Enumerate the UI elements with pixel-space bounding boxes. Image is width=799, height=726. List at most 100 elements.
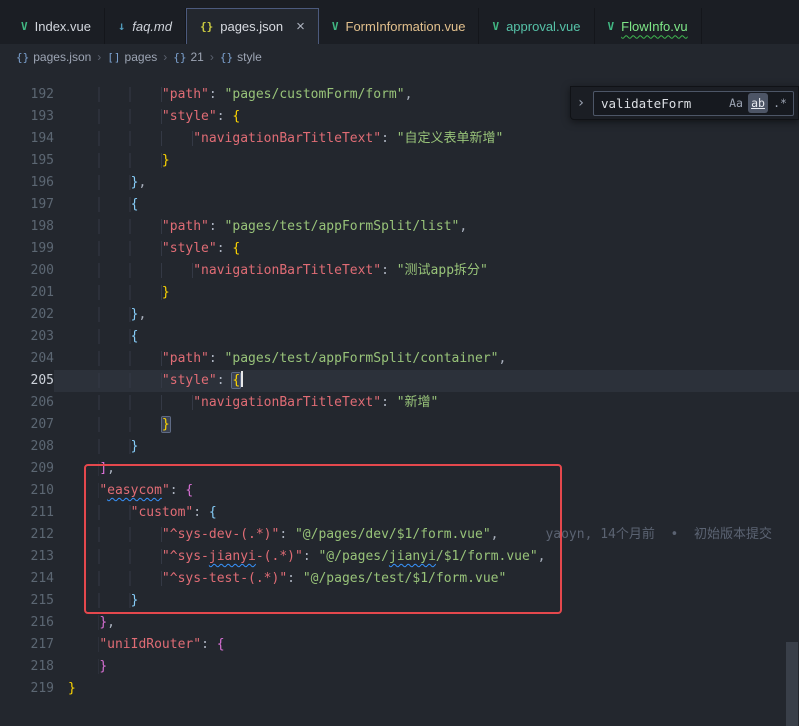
code-line-213[interactable]: 213 "^sys-jianyi-(.*)": "@/pages/jianyi/…	[0, 546, 799, 568]
code-content[interactable]: "^sys-jianyi-(.*)": "@/pages/jianyi/$1/f…	[54, 546, 799, 568]
line-number[interactable]: 203	[0, 326, 54, 348]
code-line-206[interactable]: 206 "navigationBarTitleText": "新增"	[0, 392, 799, 414]
breadcrumb-item-21[interactable]: {}21	[173, 50, 204, 64]
code-content[interactable]: "easycom": {	[54, 480, 799, 502]
code-content[interactable]: },	[54, 304, 799, 326]
whole-word-icon[interactable]: ab	[748, 93, 768, 113]
line-number[interactable]: 216	[0, 612, 54, 634]
line-number[interactable]: 214	[0, 568, 54, 590]
line-number[interactable]: 202	[0, 304, 54, 326]
line-number[interactable]: 206	[0, 392, 54, 414]
code-content[interactable]: "^sys-dev-(.*)": "@/pages/dev/$1/form.vu…	[54, 524, 799, 546]
match-case-icon[interactable]: Aa	[726, 93, 746, 113]
breadcrumb-item-pages[interactable]: []pages	[107, 50, 157, 64]
code-line-218[interactable]: 218 }	[0, 656, 799, 678]
code-content[interactable]: "^sys-test-(.*)": "@/pages/test/$1/form.…	[54, 568, 799, 590]
code-line-198[interactable]: 198 "path": "pages/test/appFormSplit/lis…	[0, 216, 799, 238]
line-number[interactable]: 209	[0, 458, 54, 480]
find-input[interactable]: validateForm Aa ab .*	[593, 91, 794, 116]
code-line-207[interactable]: 207 }	[0, 414, 799, 436]
line-number[interactable]: 218	[0, 656, 54, 678]
line-number[interactable]: 210	[0, 480, 54, 502]
line-number[interactable]: 192	[0, 84, 54, 106]
code-line-211[interactable]: 211 "custom": {	[0, 502, 799, 524]
line-number[interactable]: 193	[0, 106, 54, 128]
regex-icon[interactable]: .*	[770, 93, 790, 113]
code-content[interactable]: },	[54, 172, 799, 194]
code-line-214[interactable]: 214 "^sys-test-(.*)": "@/pages/test/$1/f…	[0, 568, 799, 590]
tab-forminformation-vue[interactable]: VFormInformation.vue	[319, 8, 480, 44]
line-number[interactable]: 217	[0, 634, 54, 656]
code-line-216[interactable]: 216 },	[0, 612, 799, 634]
code-line-210[interactable]: 210 "easycom": {	[0, 480, 799, 502]
code-content[interactable]: }	[54, 414, 799, 436]
code-content[interactable]: "custom": {	[54, 502, 799, 524]
line-number[interactable]: 196	[0, 172, 54, 194]
code-content[interactable]: "uniIdRouter": {	[54, 634, 799, 656]
find-expand-chevron-icon[interactable]: ›	[573, 95, 589, 111]
code-line-217[interactable]: 217 "uniIdRouter": {	[0, 634, 799, 656]
code-line-200[interactable]: 200 "navigationBarTitleText": "测试app拆分"	[0, 260, 799, 282]
code-line-199[interactable]: 199 "style": {	[0, 238, 799, 260]
code-line-194[interactable]: 194 "navigationBarTitleText": "自定义表单新增"	[0, 128, 799, 150]
tab-index-vue[interactable]: VIndex.vue	[8, 8, 105, 44]
code-content[interactable]: }	[54, 590, 799, 612]
find-query-text[interactable]: validateForm	[601, 96, 724, 111]
code-content[interactable]: "style": {	[54, 238, 799, 260]
code-line-219[interactable]: 219}	[0, 678, 799, 700]
scrollbar-thumb[interactable]	[786, 642, 798, 726]
code-line-202[interactable]: 202 },	[0, 304, 799, 326]
line-number[interactable]: 201	[0, 282, 54, 304]
tab-pages-json[interactable]: {}pages.json×	[186, 8, 319, 44]
code-content[interactable]: "navigationBarTitleText": "新增"	[54, 392, 799, 414]
tab-approval-vue[interactable]: Vapproval.vue	[479, 8, 594, 44]
code-line-197[interactable]: 197 {	[0, 194, 799, 216]
breadcrumb-item-pages-json[interactable]: {}pages.json	[16, 50, 91, 64]
code-line-196[interactable]: 196 },	[0, 172, 799, 194]
line-number[interactable]: 194	[0, 128, 54, 150]
close-icon[interactable]: ×	[296, 19, 305, 34]
line-number[interactable]: 219	[0, 678, 54, 700]
code-content[interactable]: ],	[54, 458, 799, 480]
code-content[interactable]: }	[54, 436, 799, 458]
line-number[interactable]: 195	[0, 150, 54, 172]
tab-faq-md[interactable]: ↓faq.md	[105, 8, 186, 44]
line-number[interactable]: 212	[0, 524, 54, 546]
code-line-209[interactable]: 209 ],	[0, 458, 799, 480]
line-number[interactable]: 207	[0, 414, 54, 436]
code-content[interactable]: "navigationBarTitleText": "自定义表单新增"	[54, 128, 799, 150]
code-content[interactable]: "navigationBarTitleText": "测试app拆分"	[54, 260, 799, 282]
code-content[interactable]: "style": {	[54, 370, 799, 392]
code-line-204[interactable]: 204 "path": "pages/test/appFormSplit/con…	[0, 348, 799, 370]
code-line-212[interactable]: 212 "^sys-dev-(.*)": "@/pages/dev/$1/for…	[0, 524, 799, 546]
line-number[interactable]: 211	[0, 502, 54, 524]
line-number[interactable]: 208	[0, 436, 54, 458]
code-line-201[interactable]: 201 }	[0, 282, 799, 304]
code-content[interactable]: {	[54, 326, 799, 348]
code-line-195[interactable]: 195 }	[0, 150, 799, 172]
code-content[interactable]: }	[54, 282, 799, 304]
code-content[interactable]: {	[54, 194, 799, 216]
code-content[interactable]: }	[54, 150, 799, 172]
code-line-203[interactable]: 203 {	[0, 326, 799, 348]
line-number[interactable]: 199	[0, 238, 54, 260]
line-number[interactable]: 197	[0, 194, 54, 216]
line-number[interactable]: 200	[0, 260, 54, 282]
scrollbar[interactable]	[785, 70, 799, 726]
code-token: "style"	[162, 241, 217, 256]
code-line-215[interactable]: 215 }	[0, 590, 799, 612]
tab-flowinfo-vu[interactable]: VFlowInfo.vu	[595, 8, 702, 44]
line-number[interactable]: 198	[0, 216, 54, 238]
code-content[interactable]: "path": "pages/test/appFormSplit/contain…	[54, 348, 799, 370]
breadcrumb-item-style[interactable]: {}style	[220, 50, 262, 64]
code-content[interactable]: }	[54, 656, 799, 678]
code-line-208[interactable]: 208 }	[0, 436, 799, 458]
line-number[interactable]: 205	[0, 370, 54, 392]
code-content[interactable]: "path": "pages/test/appFormSplit/list",	[54, 216, 799, 238]
line-number[interactable]: 213	[0, 546, 54, 568]
code-content[interactable]: },	[54, 612, 799, 634]
line-number[interactable]: 215	[0, 590, 54, 612]
line-number[interactable]: 204	[0, 348, 54, 370]
code-line-205[interactable]: 205 "style": {	[0, 370, 799, 392]
code-content[interactable]: }	[54, 678, 799, 700]
